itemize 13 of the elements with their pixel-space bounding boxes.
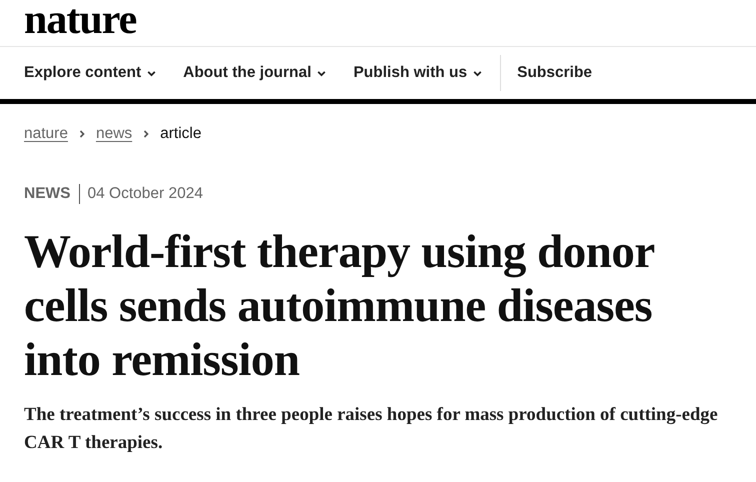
breadcrumb-current: article — [160, 125, 202, 143]
breadcrumb-link[interactable]: news — [96, 125, 132, 143]
article-standfirst: The treatment’s success in three people raises hopes for mass production of cutting-edge CAR T therapies. — [24, 404, 719, 455]
nav-menu-button[interactable]: Explore content — [24, 64, 158, 82]
breadcrumb-link[interactable]: nature — [24, 125, 68, 143]
nav-menu-button[interactable]: About the journal — [183, 64, 328, 82]
article-title: World-first therapy using donor cells sends autoimmune diseases into remission — [24, 225, 656, 387]
nav-menu-button[interactable]: Publish with us — [353, 64, 484, 82]
nav-link[interactable]: Subscribe — [500, 55, 592, 91]
chevron-right-icon — [141, 129, 152, 139]
nature-logo[interactable]: nature — [24, 2, 136, 38]
publish-date: 04 October 2024 — [88, 185, 203, 203]
article-type: NEWS — [24, 185, 70, 203]
